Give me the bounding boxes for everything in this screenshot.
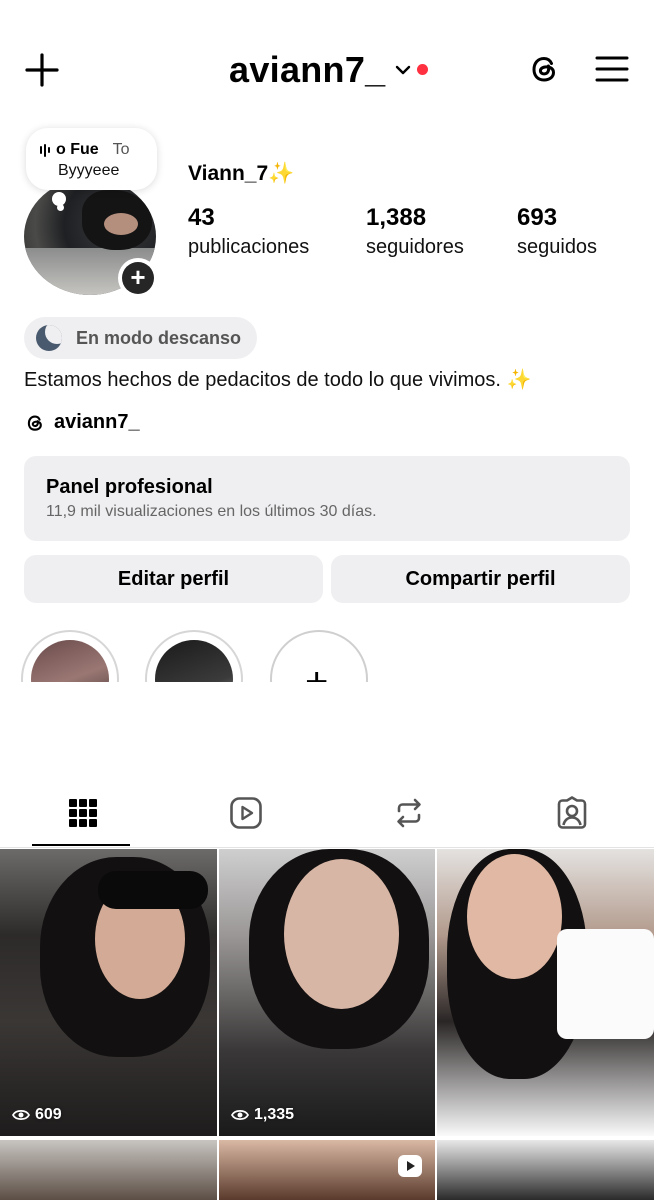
followers-label: seguidores — [366, 236, 464, 258]
eye-icon — [12, 1109, 30, 1121]
bio-text-body: Estamos hechos de pedacitos de todo lo q… — [24, 369, 501, 391]
photo-face — [284, 859, 399, 1009]
professional-dashboard[interactable]: Panel profesional 11,9 mil visualizacion… — [24, 456, 630, 541]
threads-handle: aviann7_ — [54, 411, 140, 433]
reel-icon — [398, 1155, 422, 1177]
followers-count: 1,388 — [366, 204, 427, 231]
moon-icon — [36, 325, 62, 351]
tab-reposts[interactable] — [326, 790, 490, 846]
tagged-icon — [557, 796, 587, 829]
note-tail-small — [57, 204, 64, 211]
panel-title: Panel profesional — [46, 476, 213, 498]
sparkles-icon: ✨ — [268, 162, 295, 185]
note-bubble[interactable]: o Fue To Byyyeee — [26, 128, 157, 190]
stat-posts[interactable]: 43 publicaciones — [188, 204, 309, 259]
following-label: seguidos — [517, 236, 598, 258]
post-thumbnail[interactable] — [0, 1140, 217, 1200]
threads-icon[interactable] — [526, 51, 562, 87]
create-plus-icon[interactable] — [22, 50, 62, 90]
following-count: 693 — [517, 204, 558, 231]
threads-profile-link[interactable]: aviann7_ — [24, 411, 140, 434]
post-thumbnail[interactable] — [219, 1140, 435, 1200]
top-bar: aviann7_ — [0, 40, 654, 100]
plus-icon: + — [305, 660, 329, 682]
post-thumbnail[interactable]: 609 — [0, 849, 217, 1136]
sunglasses — [98, 871, 208, 909]
note-text: Byyyeee — [58, 162, 120, 179]
story-highlights: + — [0, 630, 654, 682]
account-switcher[interactable]: aviann7_ — [229, 48, 428, 92]
view-count: 609 — [12, 1106, 62, 1124]
polka-dot-shirt — [557, 929, 654, 1039]
note-song: o Fue To — [40, 141, 130, 159]
view-count: 1,335 — [231, 1106, 294, 1124]
post-thumbnail[interactable] — [437, 1140, 654, 1200]
edit-profile-button[interactable]: Editar perfil — [24, 555, 323, 603]
stat-followers[interactable]: 1,388 seguidores — [366, 204, 464, 259]
reposts-icon — [397, 798, 421, 828]
reels-icon — [230, 797, 262, 829]
add-story-button[interactable]: + — [118, 258, 158, 298]
view-count-value: 609 — [35, 1106, 62, 1123]
audio-bars-icon — [40, 143, 50, 157]
plus-icon: + — [122, 262, 154, 294]
rest-mode-label: En modo descanso — [76, 327, 242, 348]
rest-mode-chip[interactable]: En modo descanso — [24, 317, 257, 359]
grid-icon — [69, 799, 97, 827]
view-count-value: 1,335 — [254, 1106, 295, 1123]
highlight-item[interactable] — [145, 630, 243, 682]
chevron-down-icon — [395, 65, 410, 75]
posts-label: publicaciones — [188, 236, 310, 258]
sparkles-icon: ✨ — [506, 369, 532, 391]
posts-count: 43 — [188, 204, 215, 231]
display-name: Viann_7✨ — [188, 162, 294, 186]
username-title: aviann7_ — [229, 49, 386, 90]
active-tab-indicator — [32, 844, 130, 846]
post-thumbnail[interactable]: 1,335 — [219, 849, 435, 1136]
photo-face — [467, 854, 562, 979]
new-highlight-button[interactable]: + — [270, 630, 368, 682]
unread-dot — [416, 63, 428, 75]
highlight-cover — [155, 640, 233, 682]
panel-subtitle: 11,9 mil visualizaciones en los últimos … — [46, 503, 377, 520]
posts-grid: 609 1,335 — [0, 849, 654, 1200]
threads-icon — [27, 415, 42, 431]
tab-reels[interactable] — [163, 790, 327, 846]
menu-icon[interactable] — [595, 54, 629, 84]
tab-tagged[interactable] — [489, 790, 653, 846]
post-thumbnail[interactable] — [437, 849, 654, 1136]
tab-posts-grid[interactable] — [0, 790, 164, 846]
eye-icon — [231, 1109, 249, 1121]
profile-tabs — [0, 790, 654, 848]
highlight-cover — [31, 640, 109, 682]
share-profile-button[interactable]: Compartir perfil — [331, 555, 630, 603]
bio-text: Estamos hechos de pedacitos de todo lo q… — [24, 367, 531, 392]
stat-following[interactable]: 693 seguidos — [517, 204, 597, 259]
avatar-photo-face — [104, 213, 138, 235]
note-song-title: o Fue — [56, 141, 99, 158]
display-name-text: Viann_7 — [188, 162, 269, 185]
note-song-more: To — [112, 141, 130, 158]
highlight-item[interactable] — [21, 630, 119, 682]
